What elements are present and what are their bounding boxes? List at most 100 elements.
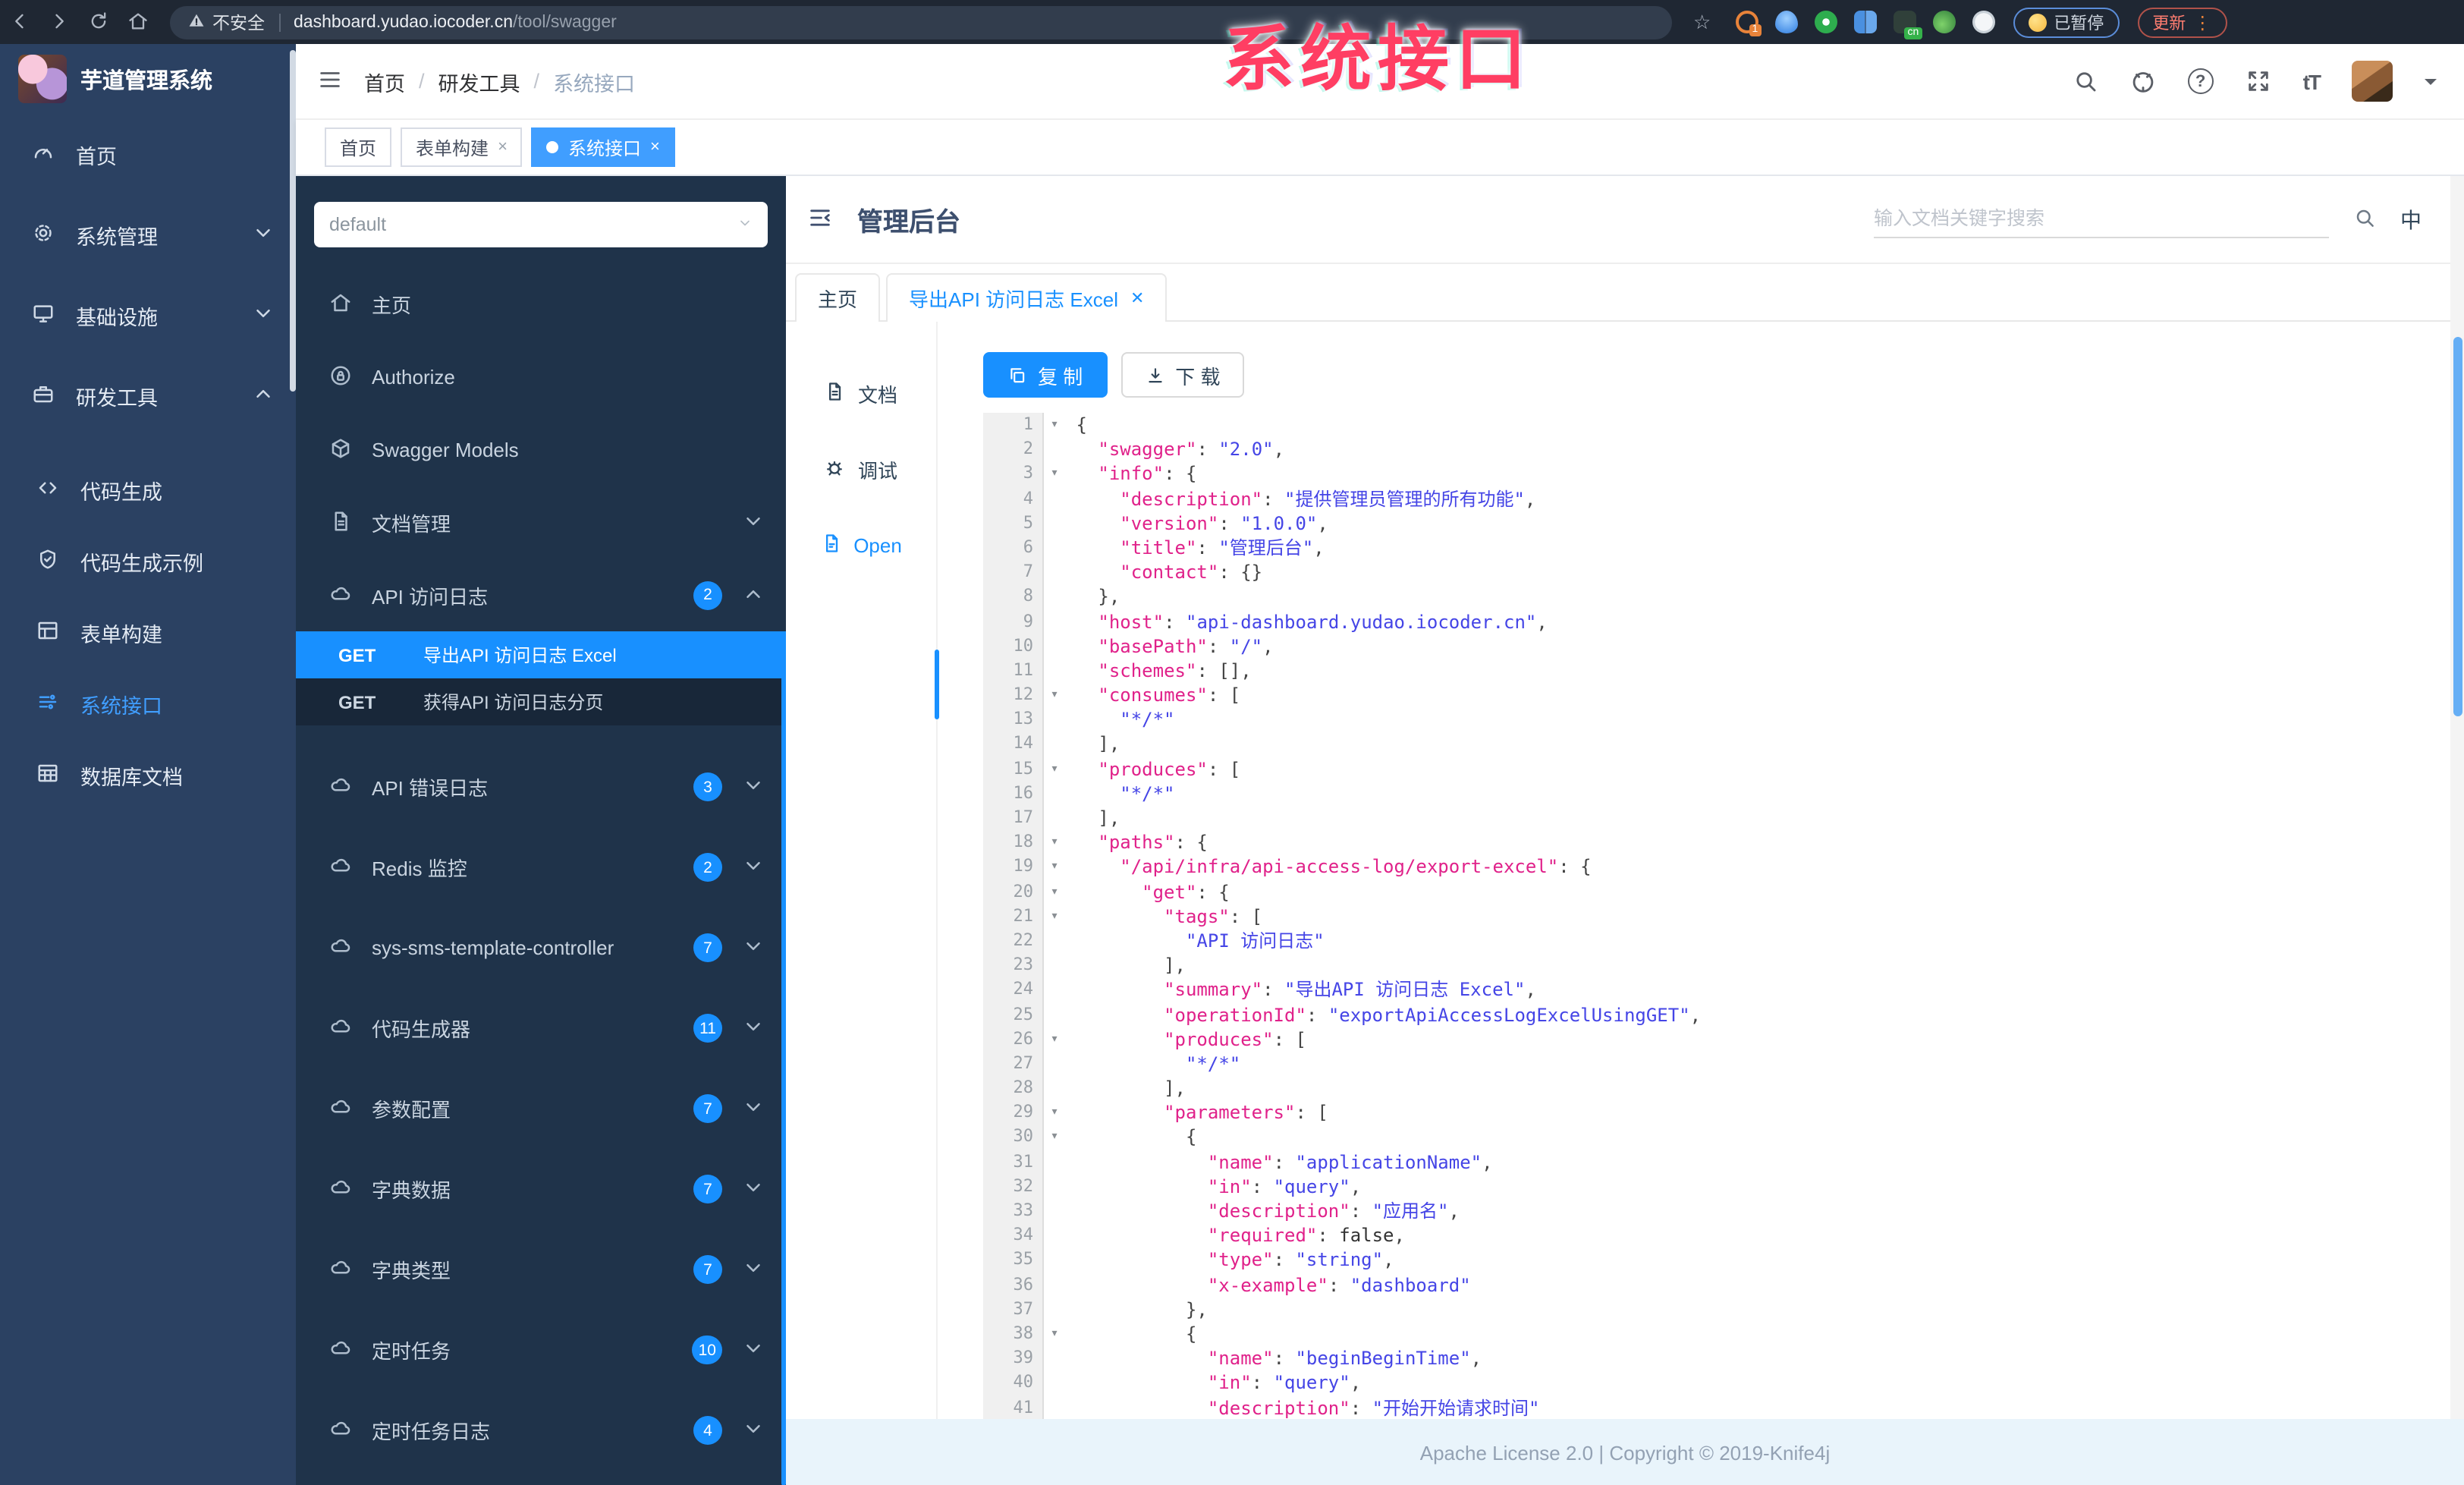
fold-toggle-icon[interactable]: ▾ [1044, 683, 1065, 707]
sidebar-item-基础设施[interactable]: 基础设施 [0, 275, 296, 355]
sidebar-subitem-代码生成[interactable]: 代码生成 [0, 454, 296, 525]
api-menu-item-API 错误日志[interactable]: API 错误日志 3 [296, 747, 786, 827]
fold-toggle-icon[interactable]: ▾ [1044, 1101, 1065, 1125]
download-button[interactable]: 下 载 [1120, 352, 1245, 398]
sidebar-item-研发工具[interactable]: 研发工具 [0, 355, 296, 436]
api-operation-获得API 访问日志分页[interactable]: GET 获得API 访问日志分页 [296, 678, 786, 725]
app-logo-row[interactable]: 芋道管理系统 [0, 44, 296, 114]
browser-back-button[interactable] [0, 10, 39, 34]
api-menu-item-文档管理[interactable]: 文档管理 [296, 486, 786, 558]
github-icon[interactable] [2130, 68, 2156, 95]
app-sidebar-scrollbar[interactable] [290, 50, 296, 392]
doc-search-input[interactable] [1874, 201, 2329, 238]
api-menu-item-参数配置[interactable]: 参数配置 7 [296, 1068, 786, 1149]
extension-icon-cn[interactable]: cn [1893, 11, 1922, 39]
copy-button[interactable]: 复 制 [983, 352, 1108, 398]
fullscreen-icon[interactable] [2246, 68, 2271, 95]
fold-toggle-icon[interactable]: ▾ [1044, 462, 1065, 486]
api-menu-item-Swagger Models[interactable]: Swagger Models [296, 413, 786, 486]
doc-tab-close-icon[interactable]: ✕ [1130, 288, 1144, 308]
browser-menu-icon[interactable]: ⋮ [2193, 11, 2211, 33]
tag-close-icon[interactable]: × [650, 138, 660, 156]
line-number: 23 [983, 953, 1044, 978]
fold-toggle-icon[interactable]: ▾ [1044, 757, 1065, 781]
hamburger-icon[interactable] [317, 66, 343, 96]
fold-toggle-icon[interactable]: ▾ [1044, 830, 1065, 854]
doc-search-icon[interactable] [2353, 207, 2376, 231]
update-pill[interactable]: 更新 ⋮ [2137, 7, 2227, 37]
extension-icon-green-sprout[interactable] [1932, 11, 1956, 33]
bookmark-star-icon[interactable]: ☆ [1693, 10, 1711, 34]
group-select[interactable]: default [314, 202, 768, 247]
url-path: /tool/swagger [513, 13, 617, 31]
api-menu-item-岗位[interactable]: 岗位 [296, 1471, 786, 1485]
doc-nav-Open[interactable]: Open [786, 507, 936, 583]
api-menu-item-Redis 监控[interactable]: Redis 监控 2 [296, 827, 786, 908]
cloud-icon [329, 936, 352, 960]
main-scrollbar-thumb[interactable] [2453, 337, 2462, 716]
extension-icon-blue-grid[interactable] [1853, 11, 1877, 33]
api-menu-item-API 访问日志[interactable]: API 访问日志 2 [296, 558, 786, 631]
api-menu-item-sys-sms-template-controller[interactable]: sys-sms-template-controller 7 [296, 908, 786, 988]
extension-icon-green-circle[interactable] [1814, 11, 1837, 33]
editor-line: 28 ], [983, 1076, 2449, 1101]
sidebar-subitem-代码生成示例[interactable]: 代码生成示例 [0, 525, 296, 596]
api-menu-item-定时任务[interactable]: 定时任务 10 [296, 1310, 786, 1390]
extension-icon-blue-drop[interactable] [1774, 11, 1798, 33]
avatar[interactable] [2352, 61, 2393, 102]
tag-tab-首页[interactable]: 首页 [325, 127, 392, 167]
line-number: 21 [983, 904, 1044, 929]
browser-home-button[interactable] [118, 10, 158, 34]
extension-icon-paw[interactable] [1972, 11, 1995, 33]
tag-close-icon[interactable]: × [498, 138, 508, 156]
doc-tab-导出API 访问日志 Excel[interactable]: 导出API 访问日志 Excel ✕ [886, 273, 1168, 322]
api-menu-item-定时任务日志[interactable]: 定时任务日志 4 [296, 1390, 786, 1471]
line-number: 11 [983, 658, 1044, 684]
sidebar-item-系统管理[interactable]: 系统管理 [0, 194, 296, 275]
language-toggle[interactable]: 中 [2400, 204, 2422, 234]
api-menu-item-代码生成器[interactable]: 代码生成器 11 [296, 988, 786, 1068]
doc-tab-主页[interactable]: 主页 [795, 273, 881, 322]
fold-toggle-icon[interactable]: ▾ [1044, 1322, 1065, 1346]
editor-line: 41 "description": "开始开始请求时间" [983, 1395, 2449, 1421]
api-menu-item-label: API 错误日志 [372, 777, 489, 800]
doc-nav-调试[interactable]: 调试 [786, 431, 936, 507]
fold-toggle-icon[interactable]: ▾ [1044, 879, 1065, 904]
doc-nav-文档[interactable]: 文档 [786, 355, 936, 431]
search-icon[interactable] [2073, 68, 2098, 95]
api-menu-item-Authorize[interactable]: Authorize [296, 340, 786, 413]
font-size-icon[interactable]: tT [2303, 69, 2321, 93]
fold-toggle-icon [1044, 1371, 1065, 1395]
help-icon[interactable]: ? [2187, 68, 2214, 94]
fold-toggle-icon[interactable]: ▾ [1044, 855, 1065, 879]
fold-toggle-icon[interactable]: ▾ [1044, 413, 1065, 437]
api-menu-item-主页[interactable]: 主页 [296, 267, 786, 340]
extension-icon-orange[interactable]: 1 [1735, 11, 1762, 36]
sidebar-subitem-表单构建[interactable]: 表单构建 [0, 596, 296, 668]
breadcrumb-item[interactable]: 研发工具 [438, 66, 520, 96]
tag-tab-表单构建[interactable]: 表单构建 × [401, 127, 523, 167]
address-bar[interactable]: 不安全 dashboard.yudao.iocoder.cn/tool/swag… [170, 5, 1672, 39]
browser-reload-button[interactable] [79, 10, 118, 34]
tag-tab-系统接口[interactable]: 系统接口 × [531, 127, 675, 167]
api-menu-item-字典数据[interactable]: 字典数据 7 [296, 1149, 786, 1229]
code-text: "host": "api-dashboard.yudao.iocoder.cn"… [1098, 611, 1548, 632]
sidebar-subitem-数据库文档[interactable]: 数据库文档 [0, 739, 296, 810]
main-scrollbar[interactable] [2450, 176, 2464, 1485]
code-text: { [1185, 1323, 1197, 1345]
paused-pill[interactable]: 已暂停 [2013, 7, 2120, 37]
fold-toggle-icon[interactable]: ▾ [1044, 1027, 1065, 1051]
api-menu-item-字典类型[interactable]: 字典类型 7 [296, 1229, 786, 1310]
fold-toggle-icon[interactable]: ▾ [1044, 905, 1065, 929]
sidebar-subitem-系统接口[interactable]: 系统接口 [0, 668, 296, 739]
browser-forward-button[interactable] [39, 10, 79, 34]
json-editor[interactable]: 1 ▾ {2 "swagger": "2.0", 3 ▾ "info": {4 "de… [983, 413, 2449, 1421]
count-badge: 4 [693, 1416, 722, 1445]
avatar-caret-icon[interactable] [2425, 78, 2437, 90]
fold-toggle-icon[interactable]: ▾ [1044, 1125, 1065, 1150]
collapse-menu-icon[interactable] [807, 204, 833, 234]
breadcrumb-item[interactable]: 首页 [364, 66, 405, 96]
paused-label: 已暂停 [2054, 14, 2104, 33]
sidebar-item-首页[interactable]: 首页 [0, 114, 296, 194]
api-operation-导出API 访问日志 Excel[interactable]: GET 导出API 访问日志 Excel [296, 631, 786, 678]
